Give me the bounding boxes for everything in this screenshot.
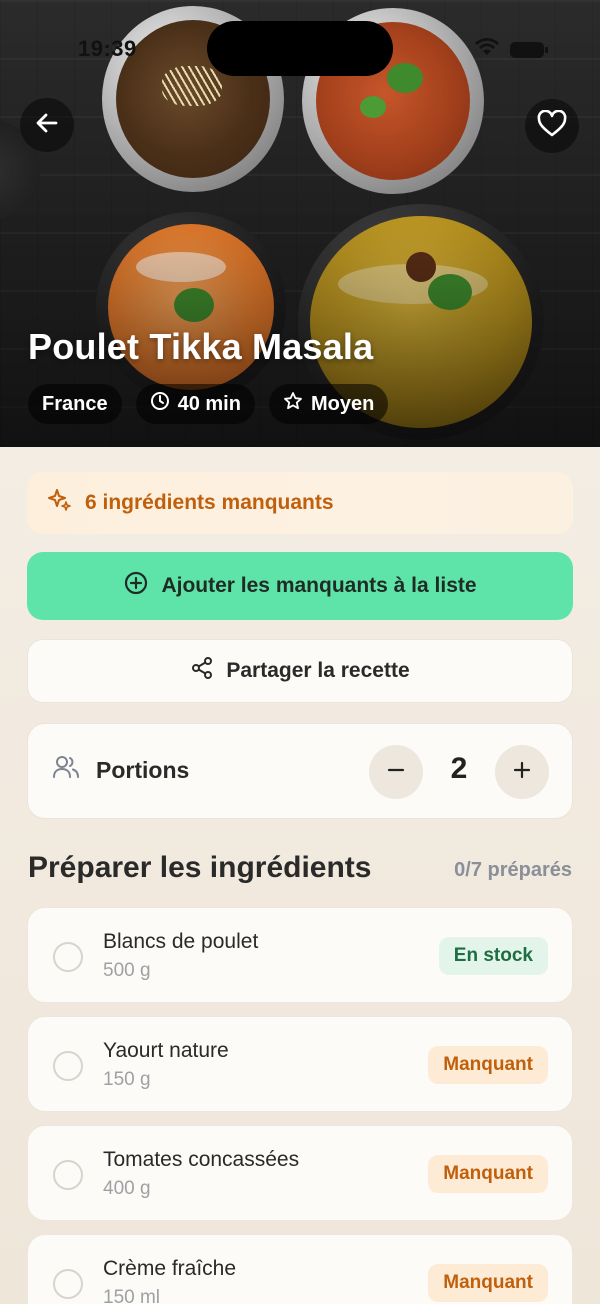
ingredient-row[interactable]: Blancs de poulet 500 g En stock <box>27 907 573 1003</box>
status-time: 19:39 <box>78 36 137 61</box>
back-button[interactable] <box>20 98 74 152</box>
chip-duration: 40 min <box>135 384 255 424</box>
favorite-button[interactable] <box>525 99 579 153</box>
ingredient-quantity: 150 g <box>103 1069 151 1090</box>
status-bar: 19:39 <box>0 0 600 90</box>
minus-icon <box>386 760 406 785</box>
ingredient-name: Blancs de poulet <box>103 930 259 953</box>
status-badge: Manquant <box>428 1046 548 1084</box>
ingredient-checkbox[interactable] <box>53 1269 83 1299</box>
ingredient-name: Yaourt nature <box>103 1039 229 1062</box>
share-recipe-button[interactable]: Partager la recette <box>27 639 573 703</box>
chip-label: France <box>42 392 108 415</box>
status-badge: En stock <box>438 937 548 975</box>
ingredients-section-title: Préparer les ingrédients <box>28 851 372 884</box>
status-badge: Manquant <box>428 1155 548 1193</box>
recipe-meta-chips: France 40 min Moyen <box>28 384 389 424</box>
chip-difficulty: Moyen <box>268 384 389 424</box>
ingredient-quantity: 150 ml <box>103 1287 161 1304</box>
increase-portions-button[interactable] <box>495 745 549 799</box>
ingredient-checkbox[interactable] <box>53 1160 83 1190</box>
portions-label: Portions <box>96 756 190 783</box>
ingredient-quantity: 400 g <box>103 1178 151 1199</box>
ingredient-name: Crème fraîche <box>103 1257 237 1280</box>
chip-label: Moyen <box>310 392 375 415</box>
missing-ingredients-banner: 6 ingrédients manquants <box>27 472 573 534</box>
star-icon <box>283 391 303 417</box>
heart-icon <box>537 109 567 143</box>
ingredient-row[interactable]: Crème fraîche 150 ml Manquant <box>27 1234 573 1304</box>
dynamic-island <box>207 21 393 76</box>
missing-banner-text: 6 ingrédients manquants <box>85 491 334 514</box>
chip-cuisine: France <box>28 384 122 424</box>
status-badge: Manquant <box>428 1264 548 1302</box>
battery-icon <box>510 41 548 58</box>
users-icon <box>52 754 80 786</box>
plus-icon <box>512 760 532 785</box>
add-missing-to-list-button[interactable]: Ajouter les manquants à la liste <box>27 552 573 620</box>
share-icon <box>190 656 214 686</box>
decrease-portions-button[interactable] <box>369 745 423 799</box>
clock-icon <box>150 391 170 417</box>
ingredients-progress: 0/7 préparés <box>454 859 572 881</box>
wifi-icon <box>474 37 500 62</box>
ingredient-checkbox[interactable] <box>53 1051 83 1081</box>
arrow-left-icon <box>34 110 60 141</box>
ingredient-row[interactable]: Yaourt nature 150 g Manquant <box>27 1016 573 1112</box>
sparkles-icon <box>47 487 73 519</box>
portions-value: 2 <box>450 752 468 785</box>
ingredient-row[interactable]: Tomates concassées 400 g Manquant <box>27 1125 573 1221</box>
ingredient-name: Tomates concassées <box>103 1148 300 1171</box>
ingredient-checkbox[interactable] <box>53 942 83 972</box>
add-missing-label: Ajouter les manquants à la liste <box>161 574 477 597</box>
share-label: Partager la recette <box>226 659 410 682</box>
chip-label: 40 min <box>177 392 241 415</box>
portions-card: Portions 2 <box>27 723 573 819</box>
plus-circle-icon <box>123 570 149 602</box>
hero-image: 19:39 Poulet Tikka Masala France 40 min … <box>0 0 600 447</box>
recipe-title: Poulet Tikka Masala <box>28 326 374 367</box>
ingredient-quantity: 500 g <box>103 960 151 981</box>
